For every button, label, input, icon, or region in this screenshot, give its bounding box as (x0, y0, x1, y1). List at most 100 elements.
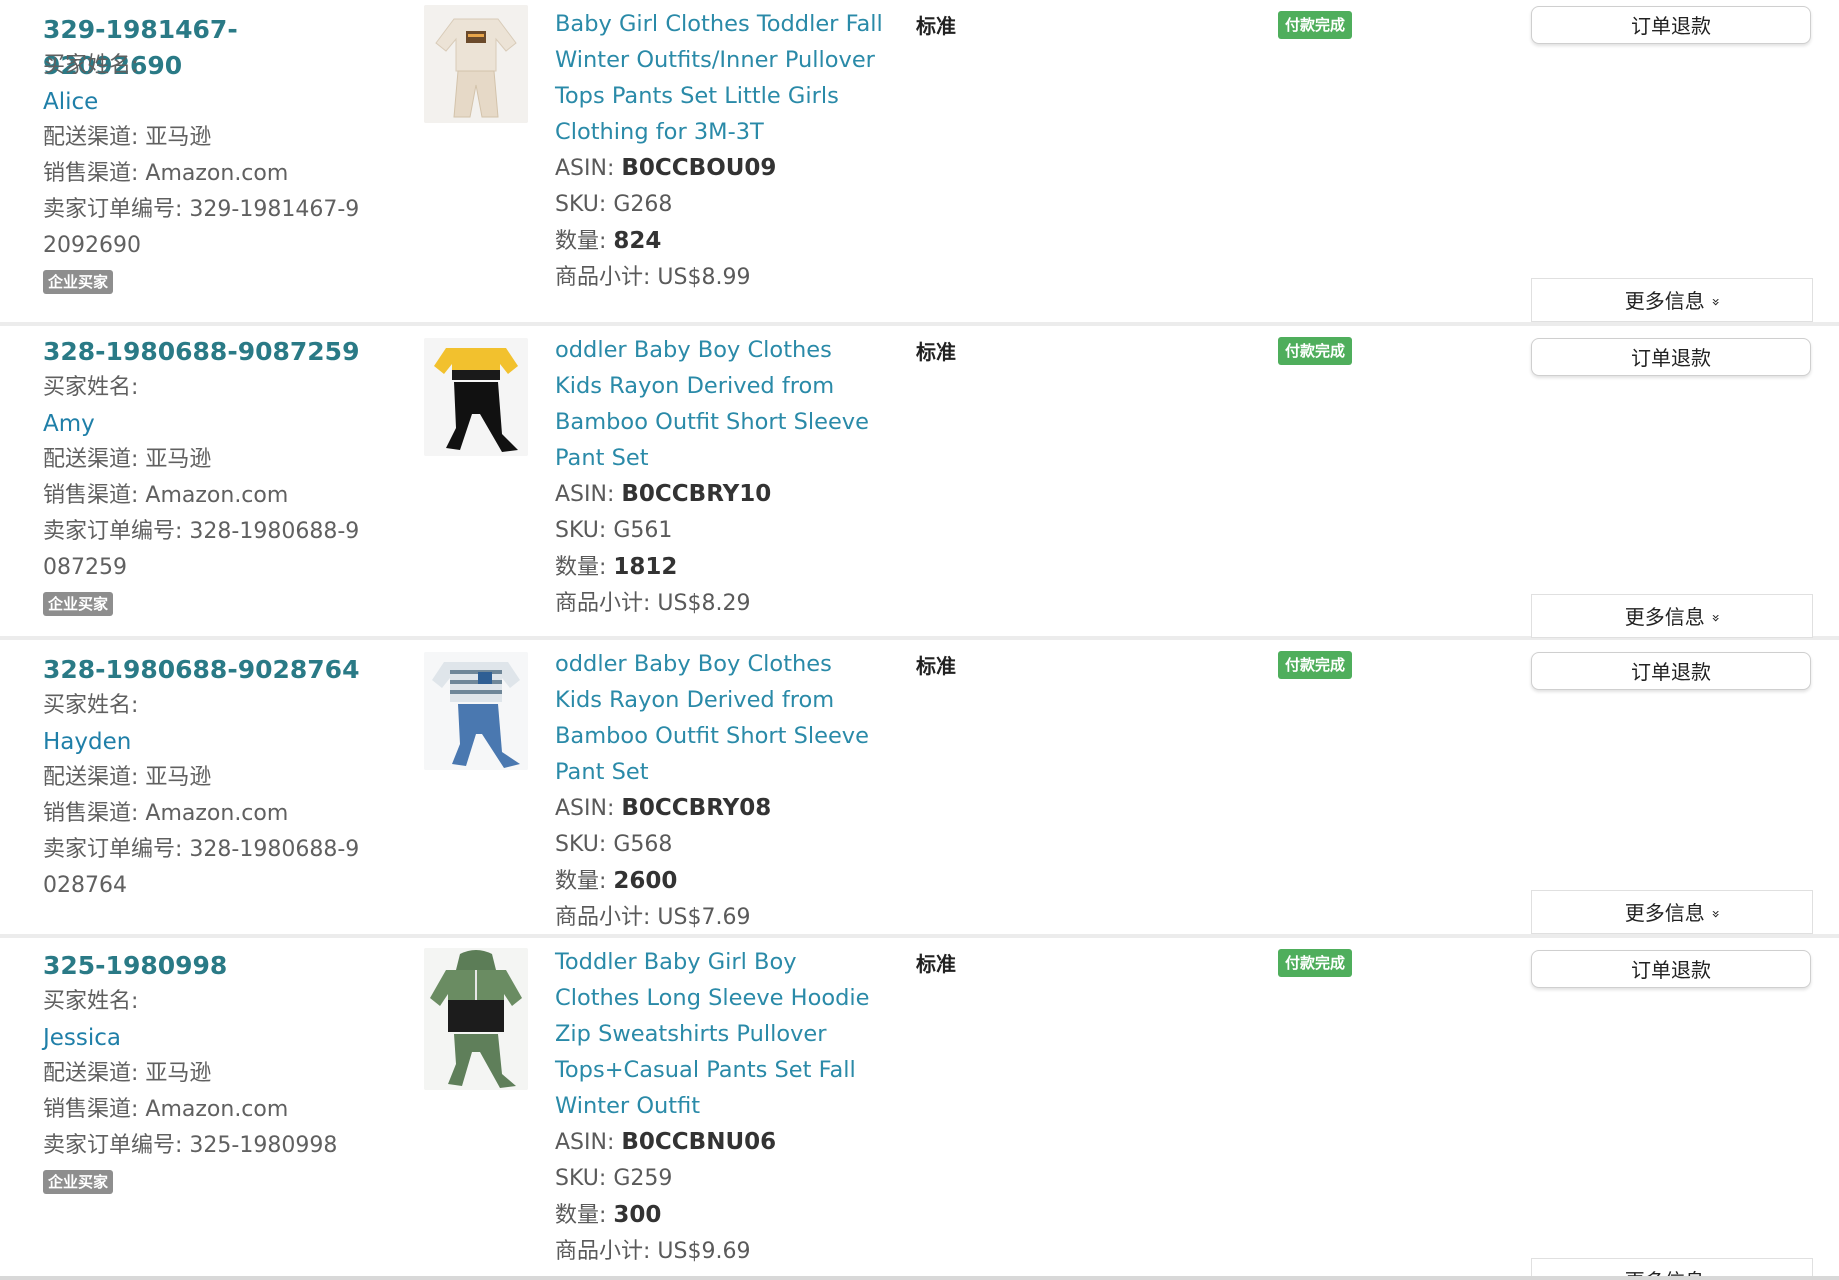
product-info: Toddler Baby Girl Boy Clothes Long Sleev… (555, 944, 885, 1270)
subtotal-value: US$8.99 (657, 265, 751, 290)
product-title-link[interactable]: Baby Girl Clothes Toddler Fall Winter Ou… (555, 6, 885, 150)
sku-label: SKU: (555, 1166, 607, 1191)
more-info-button[interactable]: 更多信息» (1531, 594, 1813, 638)
subtotal-line: 商品小计: US$8.29 (555, 586, 885, 622)
shipping-type: 标准 (916, 952, 956, 976)
more-info-button[interactable]: 更多信息» (1531, 1258, 1813, 1276)
seller-order-no: 卖家订单编号: 328-1980688-9028764 (43, 837, 360, 898)
order-row: 329-1981467-92092690 买家姓名: Alice 配送渠道: 亚… (0, 0, 1839, 326)
quantity-label: 数量: (555, 869, 607, 894)
ship-channel: 配送渠道: 亚马逊 (43, 125, 212, 150)
yellow-black-outfit-product-image[interactable] (424, 338, 528, 456)
beige-sweatsuit-product-image[interactable] (424, 5, 528, 123)
sku-value: G561 (613, 518, 673, 543)
asin-line: ASIN: B0CCBRY08 (555, 790, 885, 827)
sales-channel: 销售渠道: Amazon.com (43, 801, 289, 826)
subtotal-line: 商品小计: US$7.69 (555, 900, 885, 936)
order-info: 325-1980998 买家姓名: Jessica 配送渠道: 亚马逊 销售渠道… (43, 948, 373, 1194)
order-row: 328-1980688-9087259 买家姓名: Amy 配送渠道: 亚马逊 … (0, 326, 1839, 640)
buyer-name-link[interactable]: Amy (43, 406, 373, 442)
asin-value: B0CCBRY10 (621, 481, 772, 507)
sku-value: G568 (613, 832, 673, 857)
buyer-name-link[interactable]: Hayden (43, 724, 373, 760)
payment-status-badge: 付款完成 (1278, 11, 1353, 39)
asin-label: ASIN: (555, 1130, 615, 1155)
sku-value: G268 (613, 192, 673, 217)
refund-order-button[interactable]: 订单退款 (1531, 652, 1811, 690)
sales-channel: 销售渠道: Amazon.com (43, 161, 289, 186)
order-info: 329-1981467-92092690 买家姓名: Alice 配送渠道: 亚… (43, 12, 373, 294)
product-title-link[interactable]: oddler Baby Boy Clothes Kids Rayon Deriv… (555, 646, 885, 790)
chevron-down-icon: » (1706, 909, 1723, 919)
seller-order-no: 卖家订单编号: 328-1980688-9087259 (43, 519, 360, 580)
striped-shirt-jeans-product-image[interactable] (424, 652, 528, 770)
more-info-button[interactable]: 更多信息» (1531, 278, 1813, 322)
asin-line: ASIN: B0CCBOU09 (555, 150, 885, 187)
product-title-link[interactable]: oddler Baby Boy Clothes Kids Rayon Deriv… (555, 332, 885, 476)
buyer-name-label: 买家姓名: (43, 693, 139, 718)
refund-order-button[interactable]: 订单退款 (1531, 6, 1811, 44)
green-hoodie-set-product-image[interactable] (424, 948, 528, 1090)
chevron-down-icon: » (1706, 297, 1723, 307)
sku-label: SKU: (555, 518, 607, 543)
sales-channel: 销售渠道: Amazon.com (43, 483, 289, 508)
subtotal-label: 商品小计: (555, 591, 651, 616)
sku-line: SKU: G568 (555, 827, 885, 863)
quantity-label: 数量: (555, 555, 607, 580)
quantity-label: 数量: (555, 229, 607, 254)
orders-page: 329-1981467-92092690 买家姓名: Alice 配送渠道: 亚… (0, 0, 1839, 1280)
ship-channel: 配送渠道: 亚马逊 (43, 447, 212, 472)
subtotal-line: 商品小计: US$8.99 (555, 260, 885, 296)
seller-order-no: 卖家订单编号: 325-1980998 (43, 1133, 338, 1158)
asin-label: ASIN: (555, 796, 615, 821)
sales-channel: 销售渠道: Amazon.com (43, 1097, 289, 1122)
subtotal-value: US$8.29 (657, 591, 751, 616)
product-info: oddler Baby Boy Clothes Kids Rayon Deriv… (555, 332, 885, 622)
buyer-name-link[interactable]: Alice (43, 84, 373, 120)
quantity-value: 1812 (613, 554, 678, 580)
quantity-value: 300 (613, 1202, 662, 1228)
sku-label: SKU: (555, 192, 607, 217)
product-info: oddler Baby Boy Clothes Kids Rayon Deriv… (555, 646, 885, 936)
shipping-type: 标准 (916, 654, 956, 678)
asin-label: ASIN: (555, 156, 615, 181)
ship-channel: 配送渠道: 亚马逊 (43, 1061, 212, 1086)
payment-status-badge: 付款完成 (1278, 651, 1353, 679)
order-row: 325-1980998 买家姓名: Jessica 配送渠道: 亚马逊 销售渠道… (0, 938, 1839, 1276)
quantity-value: 2600 (613, 868, 678, 894)
order-id-link[interactable]: 328-1980688-9087259 (43, 334, 373, 370)
refund-order-button[interactable]: 订单退款 (1531, 950, 1811, 988)
ship-channel: 配送渠道: 亚马逊 (43, 765, 212, 790)
asin-label: ASIN: (555, 482, 615, 507)
business-buyer-badge: 企业买家 (43, 592, 114, 616)
buyer-name-link[interactable]: Jessica (43, 1020, 373, 1056)
quantity-line: 数量: 300 (555, 1197, 885, 1234)
chevron-down-icon: » (1706, 613, 1723, 623)
product-title-link[interactable]: Toddler Baby Girl Boy Clothes Long Sleev… (555, 944, 885, 1124)
buyer-name-label: 买家姓名: (43, 53, 139, 78)
quantity-line: 数量: 824 (555, 223, 885, 260)
subtotal-value: US$9.69 (657, 1239, 751, 1264)
order-id-link[interactable]: 325-1980998 (43, 948, 373, 984)
refund-order-button[interactable]: 订单退款 (1531, 338, 1811, 376)
shipping-type: 标准 (916, 340, 956, 364)
more-info-button[interactable]: 更多信息» (1531, 890, 1813, 934)
asin-value: B0CCBOU09 (621, 155, 777, 181)
order-id-link[interactable]: 328-1980688-9028764 (43, 652, 373, 688)
subtotal-label: 商品小计: (555, 905, 651, 930)
sku-line: SKU: G561 (555, 513, 885, 549)
payment-status-badge: 付款完成 (1278, 337, 1353, 365)
buyer-name-label: 买家姓名: (43, 989, 139, 1014)
buyer-name-label: 买家姓名: (43, 375, 139, 400)
asin-value: B0CCBRY08 (621, 795, 772, 821)
quantity-line: 数量: 1812 (555, 549, 885, 586)
order-row: 328-1980688-9028764 买家姓名: Hayden 配送渠道: 亚… (0, 640, 1839, 938)
shipping-type: 标准 (916, 14, 956, 38)
more-info-label: 更多信息 (1625, 1269, 1705, 1276)
order-id-link[interactable]: 329-1981467-92092690 (43, 12, 373, 80)
subtotal-label: 商品小计: (555, 265, 651, 290)
business-buyer-badge: 企业买家 (43, 270, 114, 294)
quantity-value: 824 (613, 228, 662, 254)
asin-value: B0CCBNU06 (621, 1129, 777, 1155)
asin-line: ASIN: B0CCBRY10 (555, 476, 885, 513)
